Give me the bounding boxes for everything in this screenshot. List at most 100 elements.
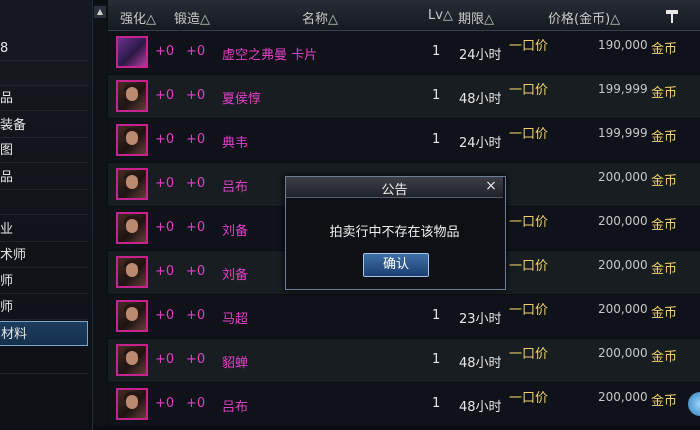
price-type: 一口价 (509, 83, 549, 98)
forge-value: +0 (186, 132, 206, 147)
item-price: 200,000 (598, 390, 648, 404)
enhance-value: +0 (155, 44, 175, 59)
item-icon (116, 388, 148, 420)
table-row[interactable]: +0 +0 夏侯惇 1 48小时 一口价 199,999 金币 (108, 75, 700, 119)
sidebar-item-label: 业 (0, 222, 14, 237)
confirm-button[interactable]: 确认 (363, 253, 429, 277)
table-row[interactable]: +0 +0 吕布 1 48小时 一口价 200,000 金币 (108, 383, 700, 427)
scroll-up-icon[interactable]: ▲ (94, 6, 106, 18)
forge-value: +0 (186, 176, 206, 191)
sidebar-item[interactable]: 品 (0, 86, 88, 111)
item-icon (116, 36, 148, 68)
enhance-value: +0 (155, 176, 175, 191)
table-row[interactable]: +0 +0 貂蝉 1 48小时 一口价 200,000 金币 (108, 339, 700, 383)
sidebar-item[interactable] (0, 190, 88, 215)
item-price: 190,000 (598, 38, 648, 52)
enhance-value: +0 (155, 352, 175, 367)
item-level: 1 (432, 132, 441, 147)
price-currency: 金币 (651, 306, 678, 321)
header-level[interactable]: Lv△ (428, 8, 453, 23)
price-type: 一口价 (509, 259, 549, 274)
item-period: 23小时 (459, 312, 502, 327)
header-name[interactable]: 名称△ (302, 8, 338, 27)
enhance-value: +0 (155, 308, 175, 323)
forge-value: +0 (186, 352, 206, 367)
price-type: 一口价 (509, 303, 549, 318)
hammer-icon (666, 10, 678, 23)
item-name: 夏侯惇 (222, 92, 262, 107)
item-level: 1 (432, 352, 441, 367)
item-name: 貂蝉 (222, 356, 249, 371)
item-name: 刘备 (222, 268, 249, 283)
header-price[interactable]: 价格(金币)△ (548, 8, 620, 27)
sidebar-item[interactable]: 业 (0, 217, 88, 242)
sidebar-item[interactable]: 装备 (0, 113, 88, 138)
enhance-value: +0 (155, 396, 175, 411)
enhance-value: +0 (155, 264, 175, 279)
item-level: 1 (432, 88, 441, 103)
item-name: 吕布 (222, 180, 249, 195)
sidebar-item[interactable]: 8 (0, 36, 88, 61)
item-price: 200,000 (598, 170, 648, 184)
forge-value: +0 (186, 88, 206, 103)
forge-value: +0 (186, 264, 206, 279)
price-currency: 金币 (651, 350, 678, 365)
header-period[interactable]: 期限△ (458, 8, 494, 27)
item-icon (116, 124, 148, 156)
sidebar-item-label: 8 (0, 41, 9, 56)
item-period: 48小时 (459, 400, 502, 415)
sidebar-item[interactable]: 品 (0, 165, 88, 190)
price-type: 一口价 (509, 127, 549, 142)
sidebar-item-label: 术师 (0, 248, 27, 263)
item-icon (116, 80, 148, 112)
header-enhance[interactable]: 强化△ (120, 8, 156, 27)
table-row[interactable]: +0 +0 虚空之弗曼 卡片 1 24小时 一口价 190,000 金币 (108, 31, 700, 75)
close-icon[interactable]: × (483, 178, 499, 194)
dialog-message: 拍卖行中不存在该物品 (329, 225, 460, 240)
item-level: 1 (432, 44, 441, 59)
sidebar-item-selected[interactable]: 材料 (0, 321, 88, 346)
item-level: 1 (432, 308, 441, 323)
notice-dialog: 公告 × 拍卖行中不存在该物品 确认 (285, 176, 506, 290)
item-period: 48小时 (459, 356, 502, 371)
sidebar-item[interactable]: 师 (0, 295, 88, 320)
price-currency: 金币 (651, 86, 678, 101)
sidebar-item-label: 师 (0, 274, 14, 289)
item-price: 200,000 (598, 302, 648, 316)
price-currency: 金币 (651, 174, 678, 189)
sidebar-item-label: 图 (0, 143, 14, 158)
category-sidebar: 8 品 装备 图 品 业 术师 师 师 材料 (0, 0, 93, 430)
price-type: 一口价 (509, 215, 549, 230)
sidebar-item[interactable] (0, 61, 88, 86)
sidebar-item-label: 品 (0, 91, 14, 106)
item-name: 虚空之弗曼 卡片 (222, 48, 318, 63)
sidebar-item[interactable]: 图 (0, 138, 88, 163)
sidebar-item[interactable]: 师 (0, 269, 88, 294)
enhance-value: +0 (155, 220, 175, 235)
price-type: 一口价 (509, 39, 549, 54)
table-header: 强化△ 锻造△ 名称△ Lv△ 期限△ 价格(金币)△ (108, 0, 700, 31)
sidebar-item-label: 装备 (0, 118, 27, 133)
enhance-value: +0 (155, 88, 175, 103)
sidebar-item[interactable]: 术师 (0, 243, 88, 268)
item-name: 刘备 (222, 224, 249, 239)
item-icon (116, 300, 148, 332)
header-forge[interactable]: 锻造△ (174, 8, 210, 27)
sidebar-scrollbar[interactable]: ▲ (92, 4, 107, 426)
sidebar-item[interactable] (0, 349, 88, 374)
dialog-title-bar[interactable]: 公告 × (286, 177, 503, 198)
sidebar-item-label: 品 (0, 170, 14, 185)
item-period: 48小时 (459, 92, 502, 107)
item-icon (116, 344, 148, 376)
item-name: 吕布 (222, 400, 249, 415)
table-row[interactable]: +0 +0 马超 1 23小时 一口价 200,000 金币 (108, 295, 700, 339)
item-icon (116, 256, 148, 288)
item-price: 199,999 (598, 126, 648, 140)
item-name: 典韦 (222, 136, 249, 151)
table-row[interactable]: +0 +0 典韦 1 24小时 一口价 199,999 金币 (108, 119, 700, 163)
item-price: 199,999 (598, 82, 648, 96)
forge-value: +0 (186, 44, 206, 59)
forge-value: +0 (186, 220, 206, 235)
price-currency: 金币 (651, 394, 678, 409)
item-level: 1 (432, 396, 441, 411)
